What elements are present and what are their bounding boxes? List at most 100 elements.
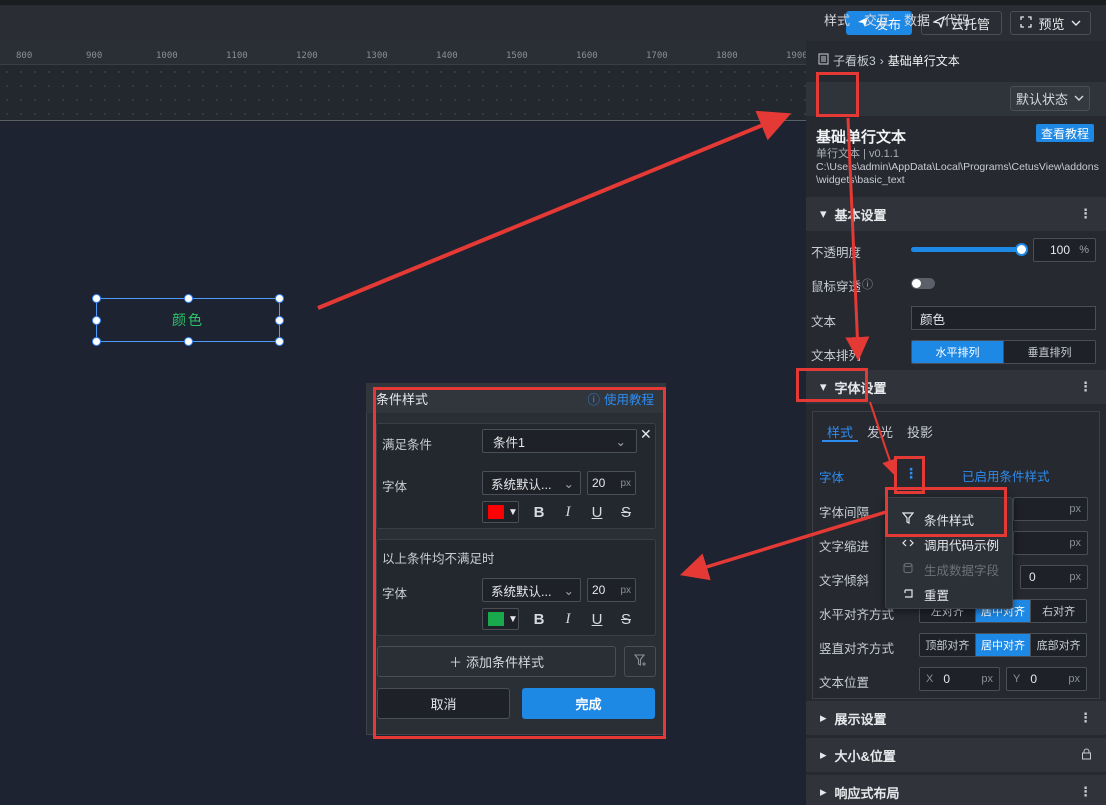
filter-add-button[interactable] [624,646,656,677]
condition-select[interactable]: 条件1 ⌄ [482,429,637,453]
resize-handle-l[interactable] [92,316,101,325]
resize-handle-b[interactable] [184,337,193,346]
tilt-label: 文字倾斜 [819,574,870,588]
opacity-slider[interactable] [911,247,1021,252]
close-icon[interactable]: ✕ [640,426,652,443]
chevron-down-icon: ⌄ [563,583,574,598]
italic-button[interactable]: I [553,500,583,524]
mouse-through-toggle[interactable] [911,278,935,289]
color-picker[interactable]: ▼ [482,608,519,630]
caret-right-icon: ▸ [820,747,827,762]
bold-button[interactable]: B [524,500,554,524]
section-title: 基本设置 [834,207,887,223]
font-family-select[interactable]: 系统默认... ⌄ [482,578,581,602]
font-size-input[interactable]: 20 px [587,471,636,495]
ruler-tick-label: 1500 [506,51,528,61]
resize-handle-tr[interactable] [275,294,284,303]
font-family-select[interactable]: 系统默认... ⌄ [482,471,581,495]
lock-icon[interactable] [1081,748,1092,763]
spacing-input[interactable]: px [1013,497,1088,521]
ruler-tick-label: 1900 [786,51,808,61]
arrange-vertical[interactable]: 垂直排列 [1004,341,1095,363]
arrange-toggle: 水平排列 垂直排列 [911,340,1096,364]
resize-handle-bl[interactable] [92,337,101,346]
opacity-slider-handle[interactable] [1015,243,1028,256]
color-swatch [488,505,504,519]
text-label: 文本 [811,315,837,329]
selected-text-widget[interactable]: 颜色 [92,294,284,346]
section-display-settings[interactable]: ▸ 展示设置 ⋮ [806,701,1106,735]
valign-top[interactable]: 顶部对齐 [920,634,976,656]
subtab-shadow[interactable]: 投影 [907,422,933,441]
font-size-value: 20 [592,476,606,490]
more-icon[interactable]: ⋮ [1079,206,1092,222]
y-label: Y [1013,673,1021,685]
menu-item-reset[interactable]: 重置 [902,585,949,604]
tab-style[interactable]: 样式 [824,10,850,29]
resize-handle-r[interactable] [275,316,284,325]
position-x-input[interactable]: X 0 px [919,667,1000,691]
opacity-label: 不透明度 [811,246,862,260]
cancel-button[interactable]: 取消 [377,688,510,719]
more-icon[interactable]: ⋮ [1079,379,1092,395]
breadcrumb-parent[interactable]: 子看板3 [833,52,876,69]
help-icon[interactable]: ⓘ [862,276,873,292]
bold-button[interactable]: B [524,607,554,631]
caret-down-icon: ▾ [820,206,827,221]
ruler-tick-label: 1300 [366,51,388,61]
text-input[interactable]: 颜色 [911,306,1096,330]
underline-button[interactable]: U [582,607,612,631]
state-select[interactable]: 默认状态 [1010,86,1090,111]
indent-label: 文字缩进 [819,540,870,554]
valign-bottom[interactable]: 底部对齐 [1031,634,1086,656]
resize-handle-tl[interactable] [92,294,101,303]
dialog-header: 条件样式 ⓘ 使用教程 [366,383,666,413]
section-responsive-layout[interactable]: ▸ 响应式布局 ⋮ [806,775,1106,805]
add-conditional-style-button[interactable]: ＋ 添加条件样式 [377,646,616,677]
ruler-tick-label: 800 [16,51,33,61]
underline-button[interactable]: U [582,500,612,524]
arrange-label: 文本排列 [811,349,862,363]
section-basic-settings[interactable]: ▾ 基本设置 ⋮ [806,197,1106,231]
color-picker[interactable]: ▼ [482,501,519,523]
menu-item-label: 条件样式 [924,514,975,528]
context-menu: 条件样式 调用代码示例 生成数据字段 重置 [885,497,1013,609]
add-label: 添加条件样式 [466,655,545,670]
tilt-input[interactable]: 0 px [1020,565,1088,589]
tab-code[interactable]: 代码 [944,10,970,29]
strikethrough-button[interactable]: S [611,607,641,631]
tab-data[interactable]: 数据 [904,10,930,29]
help-link[interactable]: ⓘ 使用教程 [587,389,654,408]
more-icon[interactable]: ⋮ [1079,710,1092,726]
valign-middle[interactable]: 居中对齐 [975,634,1032,656]
view-tutorial-button[interactable]: 查看教程 [1036,124,1094,142]
resize-handle-br[interactable] [275,337,284,346]
menu-item-label: 重置 [924,589,950,603]
indent-input[interactable]: px [1013,531,1088,555]
strikethrough-button[interactable]: S [611,500,641,524]
done-button[interactable]: 完成 [522,688,655,719]
subtab-style[interactable]: 样式 [827,422,853,441]
position-y-input[interactable]: Y 0 px [1006,667,1087,691]
resize-handle-t[interactable] [184,294,193,303]
arrange-horizontal[interactable]: 水平排列 [912,341,1004,363]
tab-interaction[interactable]: 交互 [864,10,890,29]
italic-button[interactable]: I [553,607,583,631]
opacity-input[interactable]: 100 % [1033,238,1096,262]
font-size-input[interactable]: 20 px [587,578,636,602]
menu-item-code-example[interactable]: 调用代码示例 [902,535,999,554]
more-icon[interactable]: ⋮ [1079,784,1092,800]
ruler-tick-label: 1600 [576,51,598,61]
preview-button[interactable]: 预览 [1010,11,1091,35]
chevron-down-icon [1074,91,1084,106]
conditional-style-status: 已启用条件样式 [962,470,1050,484]
chevron-down-icon [1071,16,1081,31]
more-icon[interactable]: ⋮ [904,465,918,482]
subtab-glow[interactable]: 发光 [867,422,893,441]
section-font-settings[interactable]: ▾ 字体设置 ⋮ [806,370,1106,404]
board-icon [818,53,829,68]
section-size-position[interactable]: ▸ 大小&位置 [806,738,1106,772]
menu-item-conditional-style[interactable]: 条件样式 [901,510,975,529]
font-label: 字体 [382,480,408,494]
halign-right[interactable]: 右对齐 [1031,600,1086,622]
